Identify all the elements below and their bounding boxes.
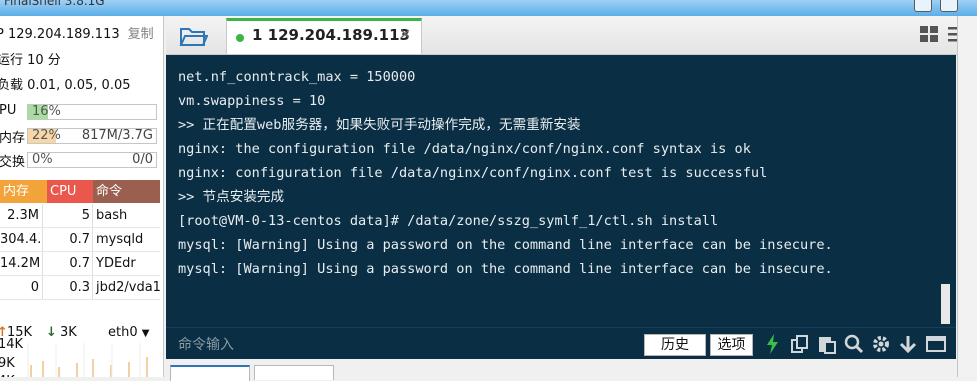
window-title-bar: FinalShell 3.8.1G (0, 0, 977, 16)
graph-scale-label: 9K (0, 356, 15, 371)
server-monitor-panel: P 129.204.189.113 复制 运行 10 分 负载 0.01, 0.0… (0, 16, 164, 377)
swap-usage: 0/0 (132, 152, 153, 167)
network-stats: ↑ 15K ↓ 3K eth0 ▼ (0, 323, 160, 343)
server-ip: P 129.204.189.113 (0, 27, 120, 42)
terminal-line: mysql: [Warning] Using a password on the… (178, 261, 833, 277)
process-memory: 2.3M (0, 204, 43, 227)
column-header-memory[interactable]: 内存 (0, 180, 47, 203)
memory-percent: 22% (32, 128, 61, 143)
interface-name: eth0 (108, 325, 138, 340)
gear-icon[interactable] (871, 333, 891, 355)
swap-usage-bar: 0% 0/0 (27, 152, 157, 168)
terminal-line: mysql: [Warning] Using a password on the… (178, 237, 833, 253)
folder-icon[interactable] (178, 23, 209, 49)
grid-view-icon[interactable] (919, 25, 939, 43)
command-bar: 命令输入 历史 选项 (166, 327, 956, 360)
column-header-command[interactable]: 命令 (93, 180, 160, 203)
process-memory: 14.2M (0, 252, 43, 275)
terminal-output[interactable]: net.nf_conntrack_max = 150000 vm.swappin… (166, 55, 956, 327)
process-command: YDEdr (96, 256, 136, 271)
table-row[interactable]: 304.4... 0.7 mysqld (0, 228, 160, 252)
session-tab-bar: 1 129.204.189.113 ✕ (166, 16, 977, 55)
table-row[interactable]: 0 0.3 jbd2/vda1 (0, 276, 160, 300)
process-memory: 304.4... (0, 228, 43, 251)
terminal-line: net.nf_conntrack_max = 150000 (178, 69, 416, 85)
process-cpu: 0.7 (43, 252, 93, 275)
process-memory: 0 (0, 276, 43, 299)
tab-label: 1 129.204.189.113 (252, 26, 410, 44)
tab-file-manager[interactable] (170, 365, 250, 381)
copy-icon[interactable] (790, 333, 810, 355)
server-ip-row: P 129.204.189.113 复制 (0, 25, 154, 45)
process-command: mysqld (96, 232, 144, 247)
lightning-icon[interactable] (763, 333, 783, 355)
cpu-percent: 16% (32, 104, 61, 119)
process-table-header: 内存 CPU 命令 (0, 180, 160, 203)
process-command: bash (96, 208, 128, 223)
terminal-line: nginx: configuration file /data/nginx/co… (178, 165, 768, 181)
close-icon[interactable]: ✕ (399, 27, 411, 43)
terminal-line: >> 正在配置web服务器，如果失败可手动操作完成，无需重新安装 (178, 117, 581, 133)
process-cpu: 0.3 (43, 276, 93, 299)
uptime: 运行 10 分 (0, 53, 61, 68)
terminal-scrollbar-thumb[interactable] (941, 284, 950, 324)
download-speed: 3K (60, 325, 77, 340)
connection-status-icon (236, 34, 244, 42)
terminal-line: vm.swappiness = 10 (178, 93, 326, 109)
column-header-cpu[interactable]: CPU (47, 180, 93, 203)
tab-secondary[interactable] (254, 365, 334, 380)
paste-icon[interactable] (817, 333, 837, 355)
download-arrow-icon: ↓ (46, 325, 57, 340)
download-icon[interactable] (898, 333, 918, 355)
process-table: 2.3M 5 bash 304.4... 0.7 mysqld 14.2M 0.… (0, 204, 160, 300)
table-row[interactable]: 14.2M 0.7 YDEdr (0, 252, 160, 276)
terminal-line: nginx: the configuration file /data/ngin… (178, 141, 751, 157)
cpu-usage-bar: 16% (27, 104, 157, 120)
memory-usage: 817M/3.7G (81, 128, 153, 143)
minimize-button[interactable] (914, 0, 932, 12)
process-command: jbd2/vda1 (96, 280, 160, 295)
cpu-label: PU (0, 103, 17, 118)
graph-scale-label: 14K (0, 337, 24, 352)
memory-usage-bar: 22% 817M/3.7G (27, 128, 157, 144)
window-title: FinalShell 3.8.1G (4, 0, 105, 8)
network-interface-select[interactable]: eth0 ▼ (108, 323, 149, 344)
memory-label: 内存 (0, 131, 26, 146)
right-edge-panel (957, 16, 977, 377)
search-icon[interactable] (844, 333, 864, 355)
load-average: 负载 0.01, 0.05, 0.05 (0, 78, 131, 93)
terminal-line: >> 节点安装完成 (178, 189, 285, 205)
process-cpu: 0.7 (43, 228, 93, 251)
window-icon[interactable] (925, 333, 946, 355)
maximize-button[interactable] (940, 0, 958, 12)
process-cpu: 5 (43, 204, 93, 227)
table-row[interactable]: 2.3M 5 bash (0, 204, 160, 228)
bottom-panel-tabs (166, 359, 977, 381)
terminal-line: [root@VM-0-13-centos data]# /data/zone/s… (178, 213, 719, 229)
swap-percent: 0% (32, 152, 53, 167)
command-input[interactable]: 命令输入 (178, 334, 633, 356)
tab-session-1[interactable]: 1 129.204.189.113 ✕ (226, 18, 422, 54)
copy-ip-button[interactable]: 复制 (128, 27, 154, 42)
history-button[interactable]: 历史 (644, 334, 706, 356)
chevron-down-icon: ▼ (141, 328, 150, 339)
network-traffic-graph: 14K 9K 4K (0, 337, 160, 377)
options-button[interactable]: 选项 (710, 334, 753, 356)
swap-label: 交换 (0, 155, 26, 170)
